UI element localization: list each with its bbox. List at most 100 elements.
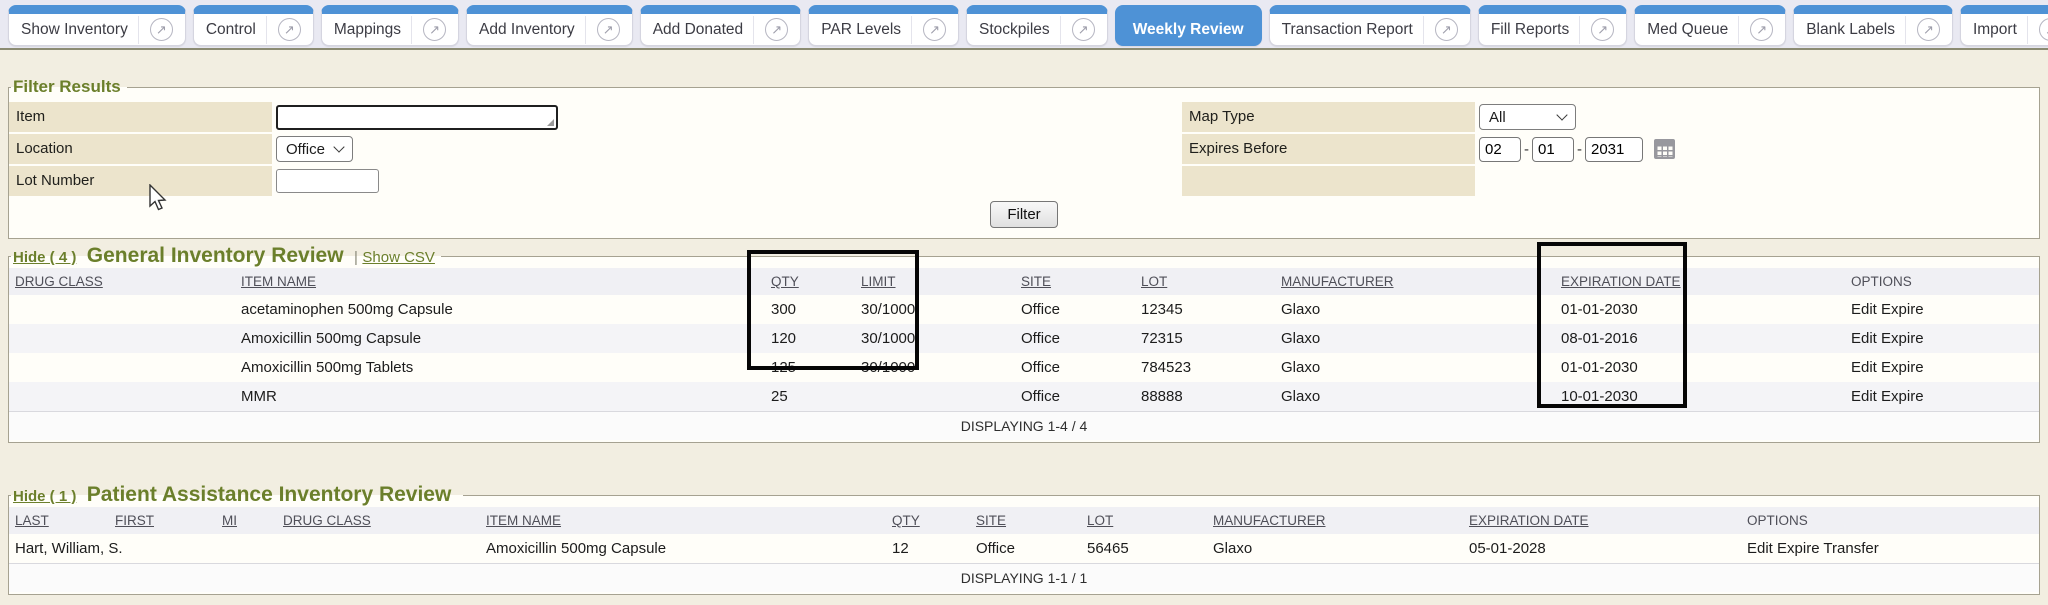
popout-arrow-icon[interactable]: ↗ — [1591, 18, 1614, 41]
hide-link[interactable]: Hide ( 1 ) — [13, 488, 76, 505]
popout-arrow-icon[interactable]: ↗ — [1917, 18, 1940, 41]
col-site[interactable]: SITE — [1015, 268, 1135, 295]
col-expiration-date[interactable]: EXPIRATION DATE — [1463, 507, 1741, 534]
tab-stockpiles[interactable]: Stockpiles ↗ — [966, 5, 1108, 46]
popout-divider: ↗ — [1579, 16, 1614, 44]
col-manufacturer[interactable]: MANUFACTURER — [1275, 268, 1555, 295]
tab-mappings[interactable]: Mappings↗ — [321, 5, 459, 46]
popout-divider: ↗ — [411, 16, 446, 44]
popout-arrow-icon[interactable]: ↗ — [1072, 18, 1095, 41]
general-inventory-table: DRUG CLASS ITEM NAME QTY LIMIT SITE LOT … — [9, 268, 2039, 440]
cell-options-links[interactable]: Edit Expire — [1845, 324, 2039, 353]
cell-drug-class — [277, 534, 480, 564]
map-type-selected-value: All — [1489, 109, 1506, 126]
tab-transaction-report[interactable]: Transaction Report↗ — [1269, 5, 1471, 46]
tab-label: Stockpiles — [979, 21, 1050, 39]
cell-site: Office — [1015, 382, 1135, 412]
tab-show-inventory[interactable]: Show Inventory↗ — [8, 5, 186, 46]
date-separator: - — [1524, 141, 1529, 158]
tab-add-donated[interactable]: Add Donated ↗ — [640, 5, 802, 46]
cell-lot: 784523 — [1135, 353, 1275, 382]
col-first[interactable]: FIRST — [109, 507, 216, 534]
popout-divider: ↗ — [585, 16, 620, 44]
cell-qty: 12 — [886, 534, 970, 564]
tab-import[interactable]: Import↗ — [1960, 5, 2048, 46]
col-drug-class[interactable]: DRUG CLASS — [9, 268, 235, 295]
cell-qty: 125 — [765, 353, 855, 382]
popout-divider: ↗ — [1060, 16, 1095, 44]
cell-item-name: acetaminophen 500mg Capsule — [235, 295, 765, 324]
filter-button[interactable]: Filter — [990, 201, 1057, 228]
general-inventory-legend: Hide ( 4 ) General Inventory Review | Sh… — [11, 244, 441, 268]
col-site[interactable]: SITE — [970, 507, 1081, 534]
col-limit[interactable]: LIMIT — [855, 268, 1015, 295]
tab-add-inventory[interactable]: Add Inventory↗ — [466, 5, 633, 46]
cell-manufacturer: Glaxo — [1207, 534, 1463, 564]
popout-arrow-icon[interactable]: ↗ — [423, 18, 446, 41]
col-item-name[interactable]: ITEM NAME — [235, 268, 765, 295]
hide-link[interactable]: Hide ( 4 ) — [13, 249, 76, 266]
cell-options-links[interactable]: Edit Expire Transfer — [1741, 534, 2039, 564]
popout-arrow-icon[interactable]: ↗ — [1750, 18, 1773, 41]
popout-arrow-icon[interactable]: ↗ — [2039, 18, 2048, 41]
popout-arrow-icon[interactable]: ↗ — [278, 18, 301, 41]
popout-arrow-icon[interactable]: ↗ — [1435, 18, 1458, 41]
displaying-count: DISPLAYING 1-4 / 4 — [9, 412, 2039, 441]
map-type-select[interactable]: All — [1479, 104, 1576, 130]
col-qty[interactable]: QTY — [765, 268, 855, 295]
item-label: Item — [9, 102, 272, 132]
table-row: Amoxicillin 500mg Capsule 120 30/1000 Of… — [9, 324, 2039, 353]
col-drug-class[interactable]: DRUG CLASS — [277, 507, 480, 534]
empty-field-cell — [1475, 166, 2039, 196]
popout-divider: ↗ — [911, 16, 946, 44]
cell-options-links[interactable]: Edit Expire — [1845, 382, 2039, 412]
popout-arrow-icon[interactable]: ↗ — [923, 18, 946, 41]
col-lot[interactable]: LOT — [1081, 507, 1207, 534]
location-select[interactable]: Office — [276, 136, 353, 162]
popout-arrow-icon[interactable]: ↗ — [150, 18, 173, 41]
show-csv-link[interactable]: Show CSV — [362, 249, 435, 266]
section-title: Patient Assistance Inventory Review — [87, 483, 452, 506]
tab-weekly-review-active[interactable]: Weekly Review — [1115, 5, 1262, 46]
displaying-count: DISPLAYING 1-1 / 1 — [9, 564, 2039, 593]
col-expiration-date[interactable]: EXPIRATION DATE — [1555, 268, 1845, 295]
expires-year-input[interactable] — [1585, 137, 1643, 162]
popout-divider: ↗ — [2027, 16, 2048, 44]
calendar-icon[interactable] — [1654, 139, 1675, 159]
location-field-cell: Office — [272, 134, 1182, 164]
cell-item-name: Amoxicillin 500mg Capsule — [480, 534, 886, 564]
cell-manufacturer: Glaxo — [1275, 324, 1555, 353]
filter-grid: Item Map Type All Location Office Expire… — [9, 97, 2039, 236]
col-mi[interactable]: MI — [216, 507, 277, 534]
cell-site: Office — [1015, 353, 1135, 382]
col-item-name[interactable]: ITEM NAME — [480, 507, 886, 534]
cell-limit — [855, 382, 1015, 412]
col-qty[interactable]: QTY — [886, 507, 970, 534]
tab-fill-reports[interactable]: Fill Reports↗ — [1478, 5, 1627, 46]
col-manufacturer[interactable]: MANUFACTURER — [1207, 507, 1463, 534]
expires-day-input[interactable] — [1532, 137, 1574, 162]
tab-label: Add Donated — [653, 21, 744, 39]
tab-med-queue[interactable]: Med Queue↗ — [1634, 5, 1786, 46]
col-last[interactable]: LAST — [9, 507, 109, 534]
tab-par-levels[interactable]: PAR Levels↗ — [808, 5, 959, 46]
tab-blank-labels[interactable]: Blank Labels↗ — [1793, 5, 1953, 46]
popout-arrow-icon[interactable]: ↗ — [765, 18, 788, 41]
item-input[interactable] — [276, 105, 558, 130]
popout-divider: ↗ — [1905, 16, 1940, 44]
col-lot[interactable]: LOT — [1135, 268, 1275, 295]
col-options: OPTIONS — [1845, 268, 2039, 295]
tab-control[interactable]: Control↗ — [193, 5, 314, 46]
cell-limit: 30/1000 — [855, 353, 1015, 382]
cell-options-links[interactable]: Edit Expire — [1845, 353, 2039, 382]
table-row: acetaminophen 500mg Capsule 300 30/1000 … — [9, 295, 2039, 324]
popout-arrow-icon[interactable]: ↗ — [597, 18, 620, 41]
filter-button-row: Filter — [9, 198, 2039, 236]
cell-lot: 56465 — [1081, 534, 1207, 564]
expires-month-input[interactable] — [1479, 137, 1521, 162]
patient-assistance-legend: Hide ( 1 ) Patient Assistance Inventory … — [11, 483, 463, 507]
cell-manufacturer: Glaxo — [1275, 382, 1555, 412]
cell-options-links[interactable]: Edit Expire — [1845, 295, 2039, 324]
lot-number-input[interactable] — [276, 169, 379, 193]
item-input-wrap — [276, 105, 558, 130]
